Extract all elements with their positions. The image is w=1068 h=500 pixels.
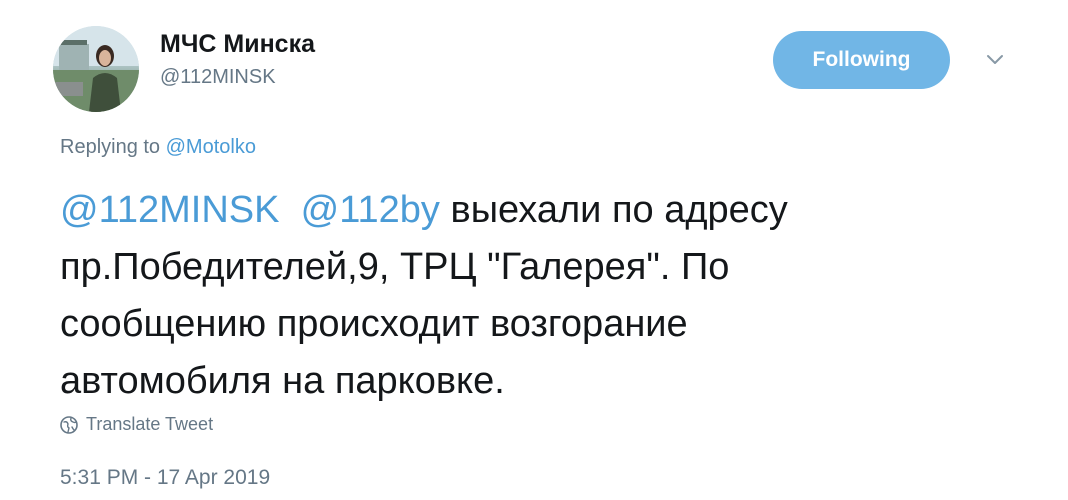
replying-to: Replying to @Motolko	[60, 136, 256, 159]
tweet-text-line3: сообщению происходит возгорание	[60, 303, 688, 345]
reply-mention-link[interactable]: @Motolko	[166, 136, 256, 158]
username-handle[interactable]: @112MINSK	[160, 66, 276, 89]
translate-tweet-link[interactable]: Translate Tweet	[60, 414, 213, 435]
translate-tweet-label: Translate Tweet	[86, 414, 214, 434]
avatar[interactable]	[53, 26, 139, 112]
following-button[interactable]: Following	[773, 31, 950, 89]
globe-icon	[60, 415, 78, 434]
tweet-timestamp[interactable]: 5:31 PM - 17 Apr 2019	[60, 466, 270, 490]
replying-to-label: Replying to	[60, 136, 161, 158]
mention-link-112by[interactable]: @112by	[301, 189, 440, 231]
mention-link-112minsk[interactable]: @112MINSK	[60, 189, 280, 231]
display-name[interactable]: МЧС Минска	[160, 30, 315, 59]
tweet-text-line1: выехали по адресу	[450, 189, 788, 231]
tweet-text-line2: пр.Победителей,9, ТРЦ "Галерея". По	[60, 246, 730, 288]
tweet-text: @112MINSK @112by выехали по адресу пр.По…	[60, 182, 1020, 410]
tweet-text-line4: автомобиля на парковке.	[60, 360, 505, 402]
chevron-down-icon[interactable]	[985, 52, 1005, 68]
